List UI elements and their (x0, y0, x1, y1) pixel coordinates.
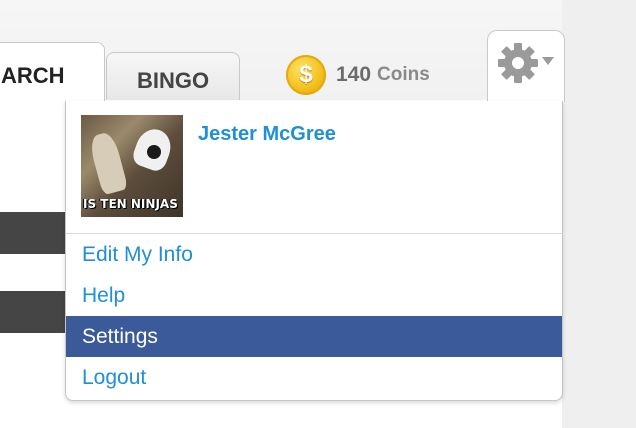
tab-bingo[interactable]: BINGO (106, 52, 240, 100)
avatar-caption: IS TEN NINJAS (83, 197, 178, 211)
profile-name-link[interactable]: Jester McGree (198, 123, 336, 146)
gear-icon (498, 43, 554, 83)
coin-amount: 140 (336, 63, 372, 86)
right-background (562, 0, 636, 428)
content-bar (0, 291, 70, 333)
account-dropdown: IS TEN NINJAS Jester McGree Edit My Info… (65, 101, 563, 401)
avatar[interactable]: IS TEN NINJAS (81, 115, 183, 217)
menu-item-edit-my-info[interactable]: Edit My Info (66, 234, 562, 275)
coin-icon: $ (286, 55, 326, 95)
account-menu: Edit My Info Help Settings Logout (66, 234, 562, 398)
settings-menu-button[interactable] (487, 30, 565, 102)
tab-search[interactable]: ARCH (0, 42, 105, 102)
menu-item-logout[interactable]: Logout (66, 357, 562, 398)
menu-item-settings[interactable]: Settings (66, 316, 562, 357)
coin-balance: $ 140 Coins (286, 55, 430, 95)
chevron-down-icon (542, 57, 554, 65)
coin-unit: Coins (377, 64, 430, 85)
profile-header: IS TEN NINJAS Jester McGree (81, 115, 551, 233)
content-bar (0, 212, 70, 254)
menu-item-help[interactable]: Help (66, 275, 562, 316)
